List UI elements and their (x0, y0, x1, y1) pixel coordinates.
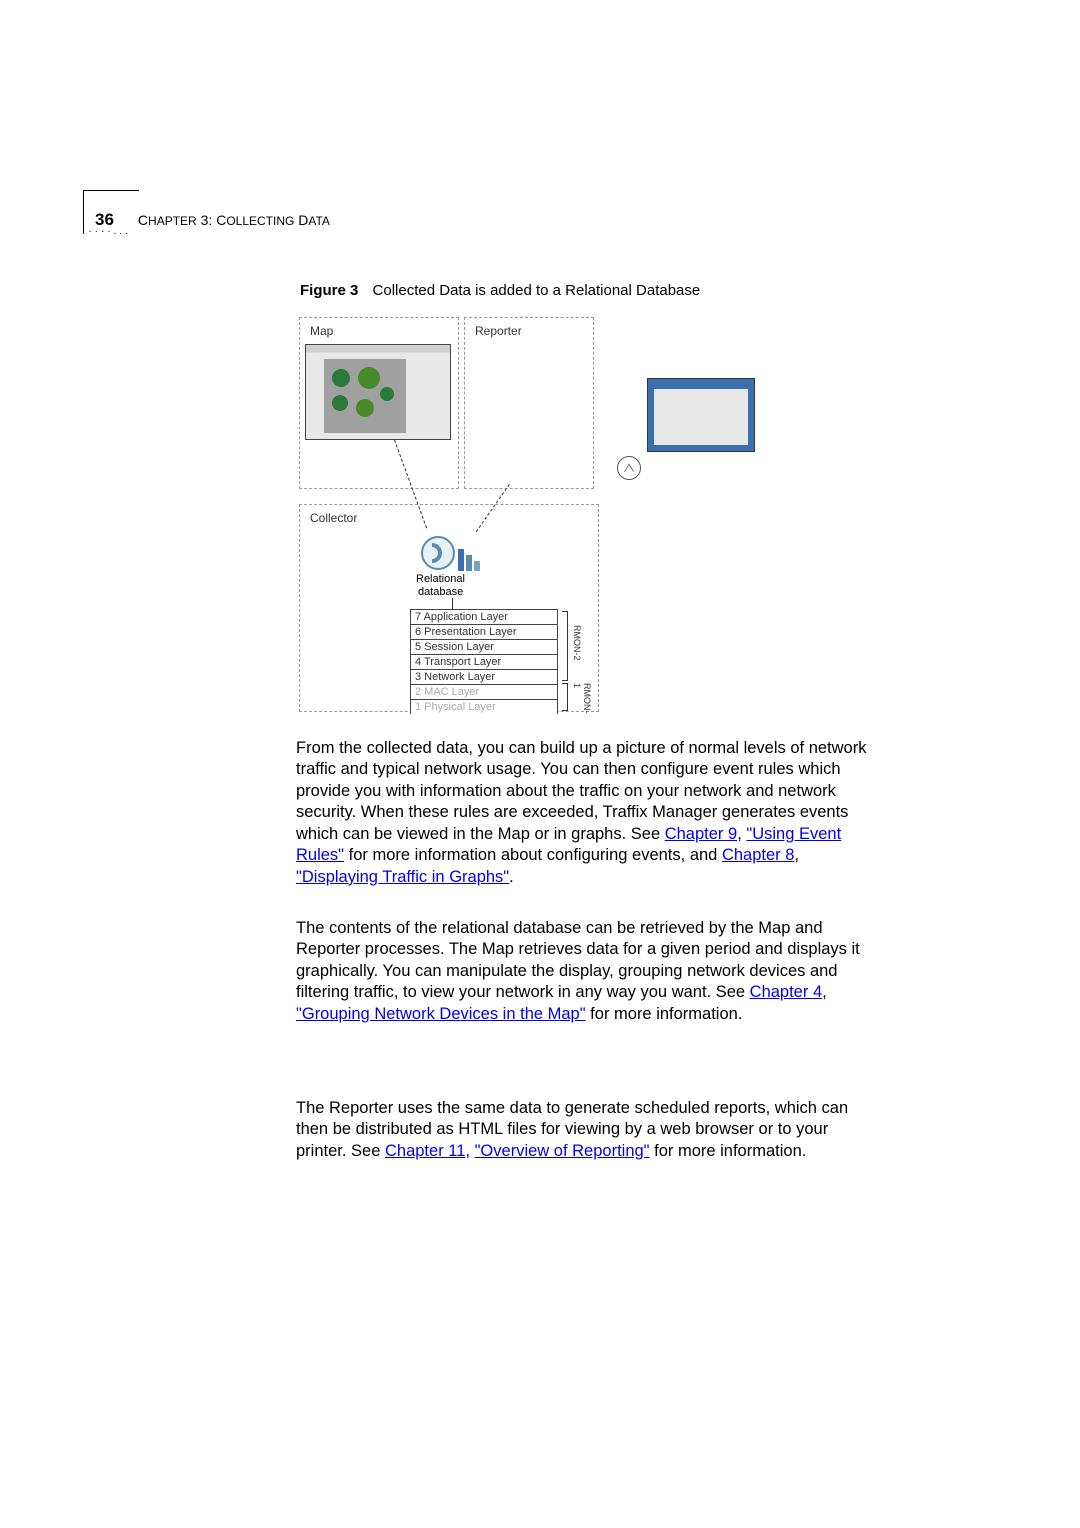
layer-2: 2 MAC Layer (410, 684, 558, 699)
collector-label: Collector (308, 511, 359, 525)
rmon2-bracket (562, 611, 568, 681)
paragraph-3: The Reporter uses the same data to gener… (296, 1098, 870, 1162)
link-displaying-traffic[interactable]: "Displaying Traffic in Graphs" (296, 868, 509, 886)
map-screenshot-icon (305, 344, 451, 440)
map-label: Map (308, 324, 335, 338)
layer-7: 7 Application Layer (410, 609, 558, 624)
layer-6: 6 Presentation Layer (410, 624, 558, 639)
link-chapter-9[interactable]: Chapter 9 (665, 825, 737, 843)
link-overview-reporting[interactable]: "Overview of Reporting" (475, 1142, 650, 1160)
osi-layer-stack: 7 Application Layer 6 Presentation Layer… (410, 609, 608, 714)
layer-5: 5 Session Layer (410, 639, 558, 654)
reporter-box: Reporter (464, 317, 594, 489)
rmon2-label: RMON-2 (572, 625, 582, 661)
reporter-screenshot-icon (647, 378, 755, 452)
reporter-label: Reporter (473, 324, 524, 338)
collector-box: Collector Relational database 7 Applicat… (299, 504, 599, 712)
db-label-1: Relational (416, 573, 465, 585)
db-label-2: database (418, 586, 463, 598)
figure-caption-text: Collected Data is added to a Relational … (373, 282, 701, 299)
paragraph-1: From the collected data, you can build u… (296, 738, 870, 888)
db-to-stack-line (452, 598, 453, 610)
layer-1: 1 Physical Layer (410, 699, 558, 714)
map-box: Map (299, 317, 459, 489)
rmon1-label: RMON-1 (572, 683, 592, 714)
figure-diagram: Map Reporter Collector (294, 312, 724, 712)
link-chapter-11[interactable]: Chapter 11 (385, 1142, 465, 1160)
magnify-icon (617, 456, 641, 480)
figure-label: Figure 3 (300, 282, 358, 299)
layer-3: 3 Network Layer (410, 669, 558, 684)
header-dots-icon: ·····... (82, 226, 131, 237)
link-chapter-4[interactable]: Chapter 4 (750, 983, 822, 1001)
chapter-title: CHAPTER 3: COLLECTING DATA (138, 210, 330, 228)
header-rule-horizontal (83, 190, 139, 191)
paragraph-2: The contents of the relational database … (296, 918, 870, 1025)
rmon1-bracket (562, 683, 568, 711)
link-grouping-devices[interactable]: "Grouping Network Devices in the Map" (296, 1005, 586, 1023)
link-chapter-8[interactable]: Chapter 8 (722, 846, 794, 864)
layer-4: 4 Transport Layer (410, 654, 558, 669)
figure-caption: Figure 3 Collected Data is added to a Re… (300, 282, 700, 299)
